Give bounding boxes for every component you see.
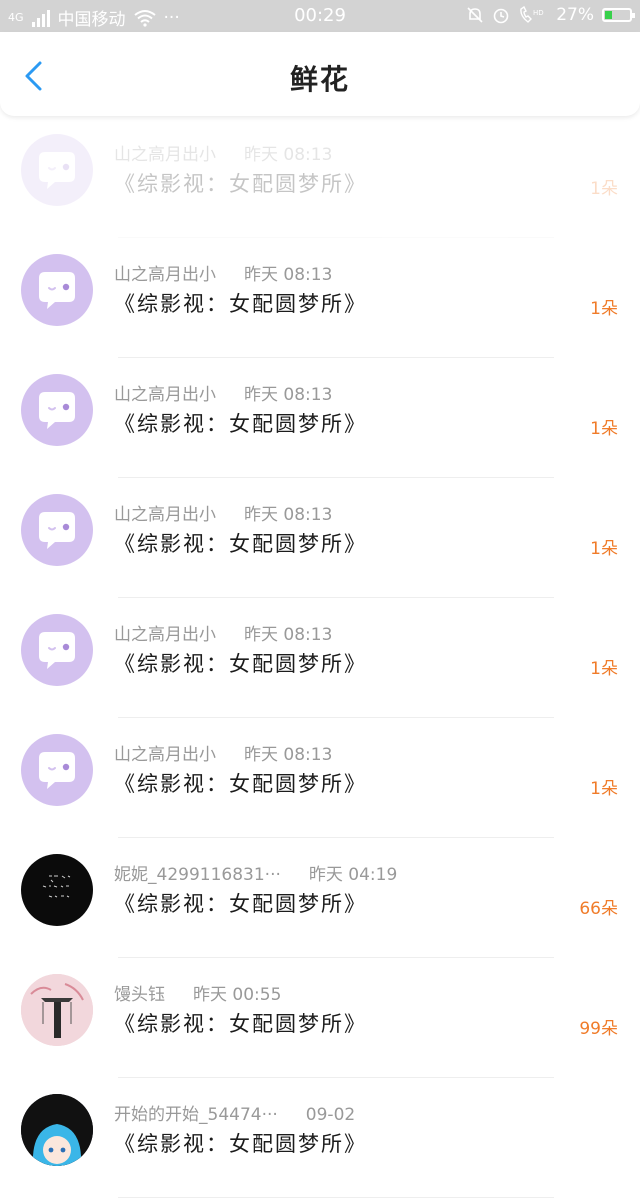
avatar[interactable]: [21, 254, 93, 326]
avatar[interactable]: [21, 494, 93, 566]
list-item[interactable]: 山之高月出小 昨天 08:13 《综影视：女配圆梦所》 1朵: [0, 358, 640, 478]
chat-bubble-icon: [39, 272, 75, 309]
list-item[interactable]: 开始的开始_54474··· 09-02 《综影视：女配圆梦所》: [0, 1078, 640, 1198]
svg-text:HD: HD: [533, 9, 544, 17]
book-title: 《综影视：女配圆梦所》: [114, 772, 367, 796]
avatar[interactable]: [21, 134, 93, 206]
sent-time: 昨天 00:55: [193, 985, 282, 1005]
battery-percent: 27%: [556, 5, 594, 25]
avatar[interactable]: [21, 614, 93, 686]
sender-name: 山之高月出小: [114, 145, 216, 165]
battery-icon: [602, 8, 635, 22]
alarm-icon: [493, 8, 509, 24]
sent-time: 09-02: [305, 1105, 356, 1125]
top-navigation-bar: 鲜花: [0, 32, 640, 116]
figure-avatar-image: [21, 974, 93, 1046]
flower-count: 1朵: [590, 179, 618, 199]
list-item[interactable]: 山之高月出小 昨天 08:13 《综影视：女配圆梦所》 1朵: [0, 238, 640, 358]
avatar[interactable]: [21, 974, 93, 1046]
sender-line: 山之高月出小 昨天 08:13: [114, 140, 332, 165]
list-item[interactable]: 山之高月出小 昨天 08:13 《综影视：女配圆梦所》 1朵: [0, 598, 640, 718]
chat-bubble-icon: [39, 632, 75, 669]
book-title: 《综影视：女配圆梦所》: [114, 292, 367, 316]
sender-name: 妮妮_4299116831···: [114, 865, 281, 885]
mute-icon: [467, 7, 483, 23]
list-item[interactable]: 妮妮_4299116831··· 昨天 04:19 《综影视：女配圆梦所》 66朵: [0, 838, 640, 958]
status-bar: 4G 中国移动 ··· 00:29 HD 27%: [0, 0, 640, 32]
sent-time: 昨天 04:19: [308, 865, 398, 885]
sender-name: 山之高月出小: [114, 745, 216, 765]
list-item[interactable]: 山之高月出小 昨天 08:13 《综影视：女配圆梦所》 1朵: [0, 478, 640, 598]
book-title: 《综影视：女配圆梦所》: [114, 1012, 367, 1036]
chat-bubble-icon: [39, 512, 75, 549]
sender-line: 山之高月出小 昨天 08:13: [114, 380, 332, 405]
sent-time: 昨天 08:13: [244, 145, 333, 165]
book-title: 《综影视：女配圆梦所》: [114, 1132, 367, 1156]
sent-time: 昨天 08:13: [244, 505, 333, 525]
book-title: 《综影视：女配圆梦所》: [114, 892, 367, 916]
hd-call-icon: HD: [520, 6, 544, 23]
book-title: 《综影视：女配圆梦所》: [114, 412, 367, 436]
chat-bubble-icon: [39, 752, 75, 789]
chat-bubble-icon: [39, 152, 75, 189]
flower-count: 1朵: [590, 539, 618, 559]
avatar[interactable]: [21, 854, 93, 926]
sender-name: 山之高月出小: [114, 265, 216, 285]
sender-line: 山之高月出小 昨天 08:13: [114, 260, 332, 285]
chat-bubble-icon: [39, 392, 75, 429]
sender-name: 山之高月出小: [114, 625, 216, 645]
flower-count: 99朵: [579, 1019, 618, 1039]
flower-count: 1朵: [590, 779, 618, 799]
avatar[interactable]: [21, 734, 93, 806]
flower-count: 1朵: [590, 419, 618, 439]
anime-avatar-image: [21, 1094, 93, 1166]
sender-line: 山之高月出小 昨天 08:13: [114, 620, 332, 645]
list-item[interactable]: 山之高月出小 昨天 08:13 《综影视：女配圆梦所》 1朵: [0, 718, 640, 838]
sent-time: 昨天 08:13: [244, 745, 333, 765]
status-right: HD 27%: [466, 5, 635, 25]
page-title: 鲜花: [289, 63, 350, 96]
sent-time: 昨天 08:13: [244, 625, 333, 645]
flower-count: 66朵: [579, 899, 618, 919]
list-item[interactable]: 山之高月出小 昨天 08:13 《综影视：女配圆梦所》 1朵: [0, 118, 640, 238]
book-title: 《综影视：女配圆梦所》: [114, 172, 367, 196]
sender-line: 妮妮_4299116831··· 昨天 04:19: [114, 860, 397, 885]
list-item[interactable]: 馒头钰 昨天 00:55 《综影视：女配圆梦所》 99朵: [0, 958, 640, 1078]
calligraphy-avatar-image: [42, 875, 71, 898]
avatar[interactable]: [21, 374, 93, 446]
battery-fill: [605, 11, 613, 19]
avatar[interactable]: [21, 1094, 93, 1166]
sent-time: 昨天 08:13: [244, 385, 333, 405]
flower-count: 1朵: [590, 299, 618, 319]
flower-count: 1朵: [590, 659, 618, 679]
sender-name: 开始的开始_54474···: [114, 1105, 278, 1125]
book-title: 《综影视：女配圆梦所》: [114, 532, 367, 556]
sender-line: 山之高月出小 昨天 08:13: [114, 500, 332, 525]
sender-line: 开始的开始_54474··· 09-02: [114, 1100, 355, 1125]
sender-line: 山之高月出小 昨天 08:13: [114, 740, 332, 765]
sent-time: 昨天 08:13: [244, 265, 333, 285]
book-title: 《综影视：女配圆梦所》: [114, 652, 367, 676]
sender-name: 山之高月出小: [114, 505, 216, 525]
sender-name: 馒头钰: [114, 985, 165, 1005]
sender-line: 馒头钰 昨天 00:55: [114, 980, 281, 1005]
flower-record-list: 山之高月出小 昨天 08:13 《综影视：女配圆梦所》 1朵 山之高月出小 昨天 08:1…: [0, 118, 640, 1198]
sender-name: 山之高月出小: [114, 385, 216, 405]
